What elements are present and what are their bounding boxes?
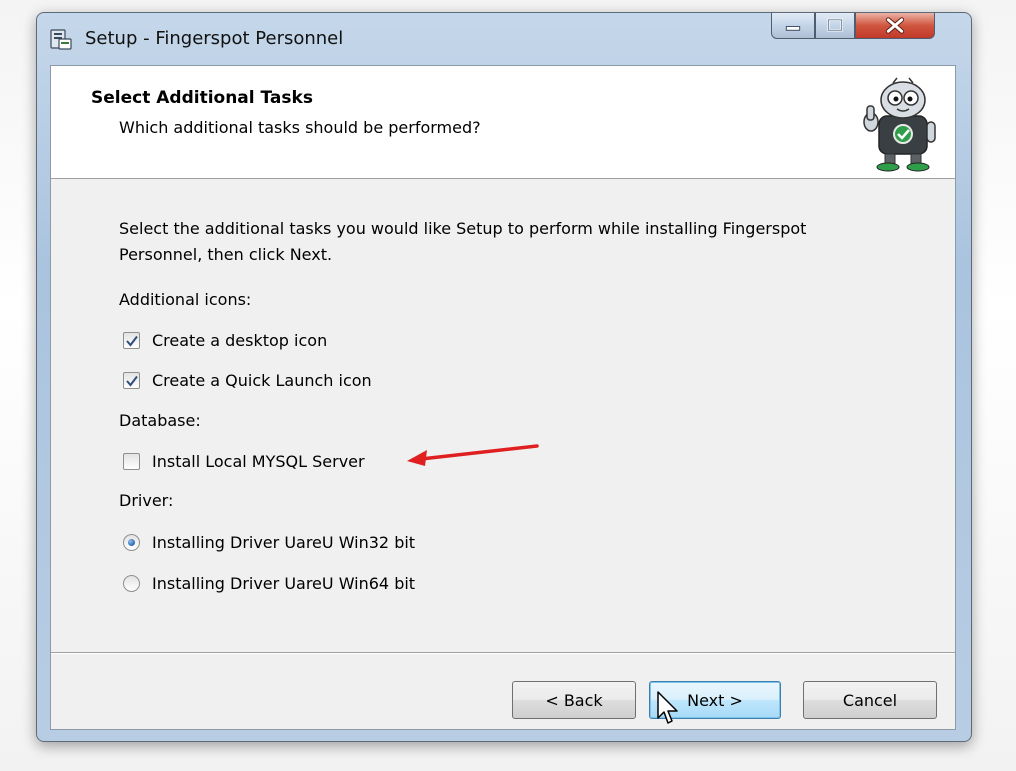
mouse-cursor-icon bbox=[657, 691, 678, 724]
wizard-mascot-icon bbox=[863, 77, 936, 172]
instructions-text: Select the additional tasks you would li… bbox=[119, 219, 807, 264]
close-icon bbox=[885, 17, 905, 34]
install-mysql-label: Install Local MYSQL Server bbox=[152, 451, 365, 471]
cancel-button[interactable]: Cancel bbox=[803, 681, 937, 719]
driver-win32-radio[interactable] bbox=[123, 533, 140, 551]
driver-win32-label: Installing Driver UareU Win32 bit bbox=[152, 532, 416, 552]
setup-app-icon bbox=[50, 29, 72, 50]
title-bar[interactable]: Setup - Fingerspot Personnel bbox=[37, 13, 971, 63]
radio-selected-dot bbox=[128, 538, 135, 546]
driver-win64-label: Installing Driver UareU Win64 bit bbox=[152, 573, 416, 593]
database-label: Database: bbox=[119, 411, 201, 430]
page-subtitle: Which additional tasks should be perform… bbox=[119, 118, 481, 137]
checkmark-icon bbox=[126, 375, 138, 387]
quick-launch-icon-option[interactable]: Create a Quick Launch icon bbox=[123, 368, 372, 392]
window-title: Setup - Fingerspot Personnel bbox=[85, 28, 344, 49]
back-button[interactable]: < Back bbox=[512, 681, 636, 719]
footer-divider bbox=[51, 652, 955, 654]
setup-window: Setup - Fingerspot Personnel Select Addi… bbox=[36, 12, 972, 742]
wizard-content: Select Additional Tasks Which additional… bbox=[50, 65, 956, 730]
wizard-header: Select Additional Tasks Which additional… bbox=[51, 66, 955, 179]
driver-win32-option[interactable]: Installing Driver UareU Win32 bit bbox=[123, 530, 415, 554]
quick-launch-icon-label: Create a Quick Launch icon bbox=[152, 370, 372, 390]
checkmark-icon bbox=[126, 335, 138, 347]
quick-launch-icon-checkbox[interactable] bbox=[123, 371, 140, 389]
minimize-icon bbox=[785, 25, 801, 31]
close-button[interactable] bbox=[855, 13, 935, 39]
additional-icons-label: Additional icons: bbox=[119, 290, 252, 309]
install-mysql-checkbox[interactable] bbox=[123, 452, 140, 470]
page-title: Select Additional Tasks bbox=[91, 88, 313, 108]
driver-label: Driver: bbox=[119, 491, 174, 510]
red-arrow-annotation-icon bbox=[407, 444, 539, 466]
desktop-icon-option[interactable]: Create a desktop icon bbox=[123, 328, 327, 352]
install-mysql-option[interactable]: Install Local MYSQL Server bbox=[123, 449, 365, 473]
driver-win64-option[interactable]: Installing Driver UareU Win64 bit bbox=[123, 571, 415, 595]
minimize-button[interactable] bbox=[771, 13, 815, 39]
desktop-icon-label: Create a desktop icon bbox=[152, 330, 328, 350]
maximize-icon bbox=[827, 18, 843, 32]
desktop-icon-checkbox[interactable] bbox=[123, 331, 140, 349]
maximize-button[interactable] bbox=[815, 13, 855, 39]
driver-win64-radio[interactable] bbox=[123, 574, 140, 592]
